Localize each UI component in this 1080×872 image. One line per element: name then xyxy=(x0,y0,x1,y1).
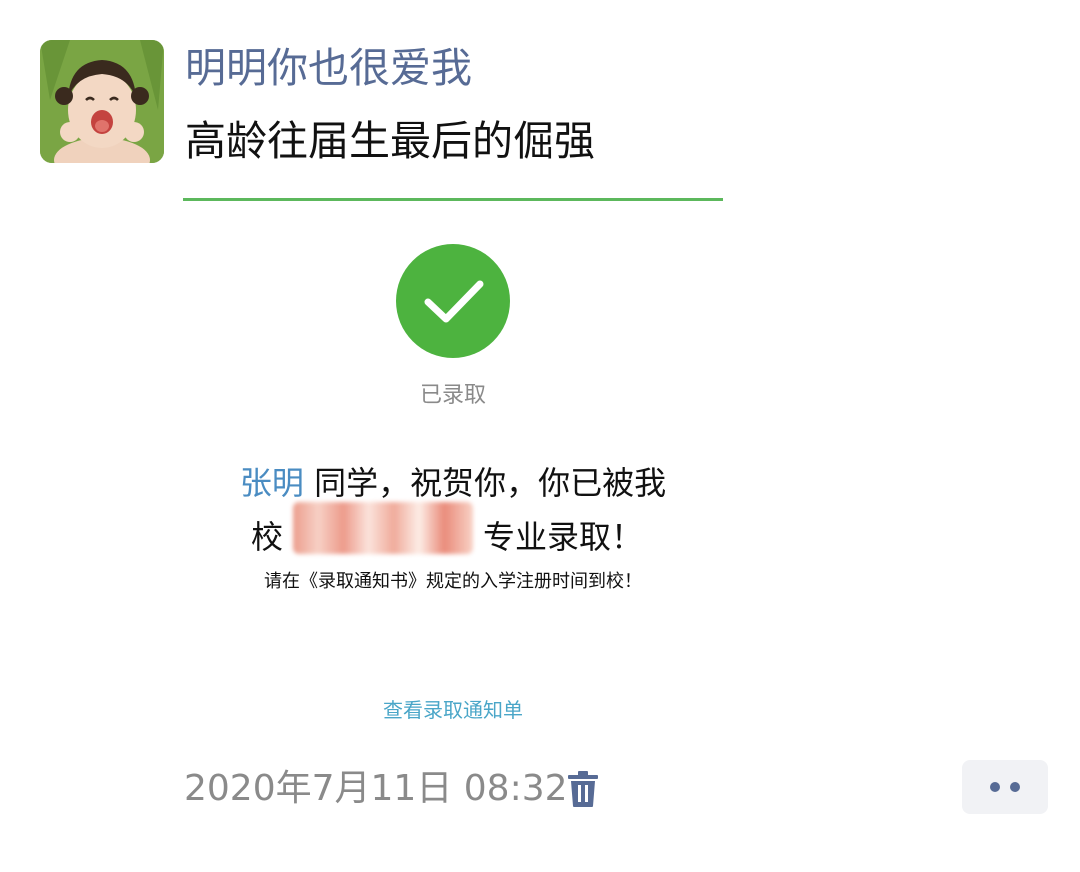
more-button[interactable] xyxy=(962,760,1048,814)
major-text: 专业录取！ xyxy=(483,518,644,556)
avatar-photo xyxy=(40,40,164,163)
more-dots-icon xyxy=(990,782,1000,792)
view-admission-notice-link[interactable]: 查看录取通知单 xyxy=(183,696,723,724)
avatar[interactable] xyxy=(40,40,164,163)
congrats-line: 张明 同学，祝贺你，你已被我 xyxy=(183,460,723,506)
shared-admission-card[interactable]: 已录取 张明 同学，祝贺你，你已被我 校 专业录取！ 请在《录取通知书》规定的入… xyxy=(183,198,723,738)
school-line: 校 xyxy=(251,514,289,560)
author-name[interactable]: 明明你也很爱我 xyxy=(185,40,472,96)
post-timestamp: 2020年7月11日 08:32 xyxy=(184,768,568,809)
card-divider xyxy=(183,198,723,201)
post-text: 高龄往届生最后的倔强 xyxy=(185,117,595,165)
admission-status: 已录取 xyxy=(419,383,486,408)
more-dots-icon-dot xyxy=(1010,782,1020,792)
school-char: 校 xyxy=(251,518,284,556)
trash-icon[interactable] xyxy=(566,770,600,808)
checkmark-icon xyxy=(396,244,510,358)
student-name: 张明 xyxy=(239,464,304,502)
redacted-major xyxy=(293,502,473,554)
congrats-text: 同学，祝贺你，你已被我 xyxy=(303,464,667,502)
registration-instruction: 请在《录取通知书》规定的入学注册时间到校！ xyxy=(264,571,642,592)
